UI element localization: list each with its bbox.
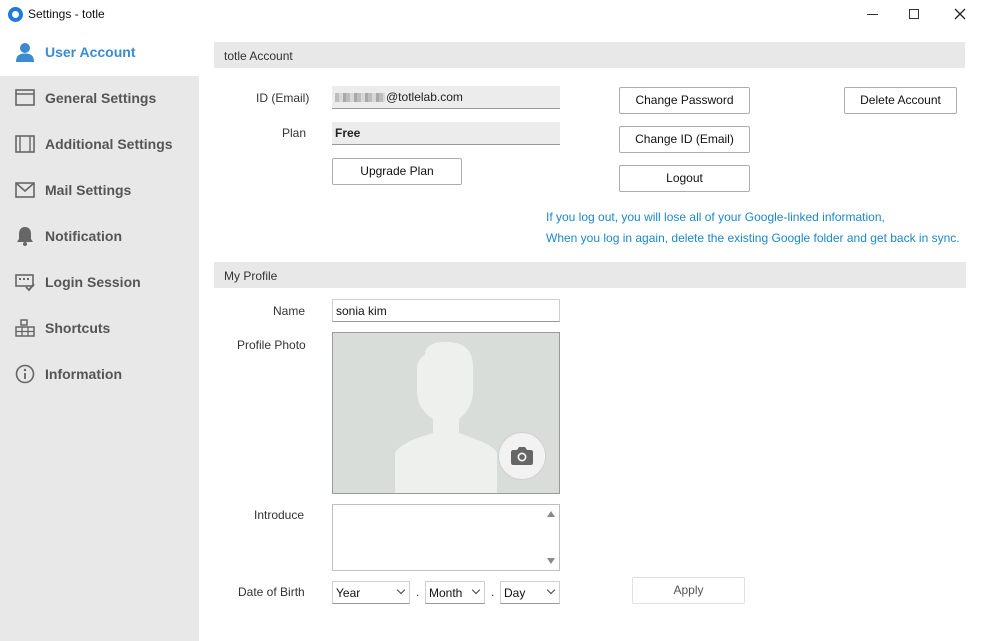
close-button[interactable] — [945, 4, 975, 24]
minimize-button[interactable] — [857, 4, 887, 24]
layout-icon — [15, 135, 35, 153]
change-password-button[interactable]: Change Password — [619, 87, 750, 114]
date-separator: . — [491, 585, 495, 599]
chevron-down-icon — [546, 585, 556, 595]
sidebar-item-label: Additional Settings — [45, 136, 173, 152]
plan-label: Plan — [282, 126, 307, 140]
window-title: Settings - totle — [28, 7, 105, 21]
scroll-down-arrow-icon[interactable] — [547, 558, 555, 564]
account-section-header: totle Account — [214, 42, 965, 68]
id-email-field: @totlelab.com — [332, 86, 560, 109]
sidebar-item-mail-settings[interactable]: Mail Settings — [0, 168, 199, 214]
month-value: Month — [429, 586, 463, 600]
sidebar-item-label: User Account — [45, 44, 136, 60]
sidebar-item-label: Information — [45, 366, 122, 382]
bell-icon — [17, 227, 33, 246]
id-email-value: @totlelab.com — [386, 90, 463, 104]
app-logo-icon — [8, 7, 23, 22]
introduce-label: Introduce — [254, 508, 305, 522]
change-photo-button[interactable] — [498, 432, 546, 480]
month-select[interactable]: Month — [425, 581, 485, 604]
sidebar: User Account General Settings Additional… — [0, 30, 199, 641]
logout-notice-line1: If you log out, you will lose all of you… — [546, 210, 885, 224]
sidebar-item-information[interactable]: Information — [0, 352, 199, 398]
masked-text — [335, 93, 385, 103]
sidebar-item-additional-settings[interactable]: Additional Settings — [0, 122, 199, 168]
day-value: Day — [504, 586, 526, 600]
info-icon — [15, 364, 35, 384]
sidebar-item-label: General Settings — [45, 90, 157, 106]
window-icon — [15, 89, 35, 106]
year-select[interactable]: Year — [332, 581, 410, 604]
title-bar: Settings - totle — [0, 0, 981, 30]
sidebar-item-label: Shortcuts — [45, 320, 111, 336]
maximize-button[interactable] — [899, 4, 929, 24]
apply-button[interactable]: Apply — [632, 577, 745, 604]
profile-section-header: My Profile — [214, 262, 966, 288]
sidebar-item-shortcuts[interactable]: Shortcuts — [0, 306, 199, 352]
section-title: My Profile — [224, 269, 278, 283]
change-id-button[interactable]: Change ID (Email) — [619, 126, 750, 153]
minimize-icon — [866, 13, 878, 15]
date-separator: . — [416, 585, 420, 599]
chevron-down-icon — [471, 585, 481, 595]
sidebar-item-label: Notification — [45, 228, 122, 244]
profile-photo-label: Profile Photo — [237, 338, 306, 352]
year-value: Year — [336, 586, 361, 600]
introduce-textarea[interactable] — [332, 504, 560, 571]
chevron-down-icon — [396, 585, 406, 595]
sidebar-item-label: Mail Settings — [45, 182, 132, 198]
name-label: Name — [273, 304, 306, 318]
scroll-up-arrow-icon[interactable] — [547, 511, 555, 517]
date-of-birth-label: Date of Birth — [238, 585, 305, 599]
name-input[interactable] — [332, 299, 560, 322]
sidebar-item-general-settings[interactable]: General Settings — [0, 76, 199, 122]
section-title: totle Account — [224, 49, 293, 63]
camera-icon — [511, 447, 533, 465]
delete-account-button[interactable]: Delete Account — [844, 87, 957, 114]
upgrade-plan-button[interactable]: Upgrade Plan — [332, 158, 462, 185]
sidebar-item-label: Login Session — [45, 274, 141, 290]
mail-icon — [15, 182, 35, 198]
keyboard-icon — [15, 319, 35, 337]
maximize-icon — [909, 9, 919, 19]
user-icon — [16, 43, 34, 62]
sidebar-item-notification[interactable]: Notification — [0, 214, 199, 260]
logout-button[interactable]: Logout — [619, 165, 750, 192]
day-select[interactable]: Day — [500, 581, 560, 604]
close-icon — [954, 8, 966, 20]
sidebar-item-login-session[interactable]: Login Session — [0, 260, 199, 306]
plan-field: Free — [332, 122, 560, 145]
sidebar-item-user-account[interactable]: User Account — [0, 30, 199, 76]
session-icon — [15, 274, 35, 292]
id-email-label: ID (Email) — [256, 91, 310, 105]
logout-notice-line2: When you log in again, delete the existi… — [546, 231, 960, 245]
